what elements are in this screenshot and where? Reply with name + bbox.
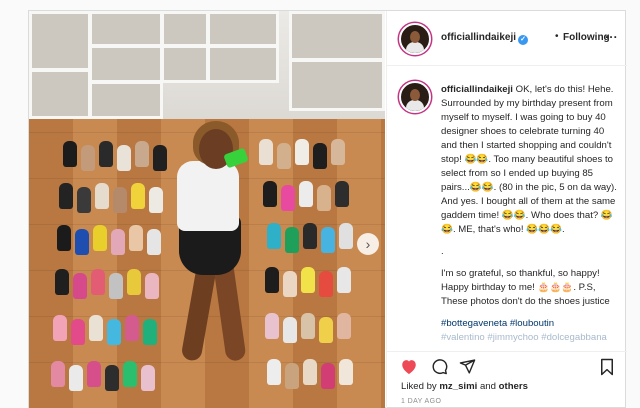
next-photo-button[interactable]: › bbox=[357, 233, 379, 255]
post-photo[interactable]: › bbox=[29, 11, 385, 408]
caption-area: officiallindaikeji OK, let's do this! He… bbox=[387, 67, 627, 351]
post-sidebar: officiallindaikeji ✓ • Following ... offi… bbox=[386, 11, 627, 408]
comment-icon[interactable] bbox=[429, 358, 449, 378]
likes-connector: and bbox=[479, 381, 496, 392]
likes-others[interactable]: others bbox=[499, 381, 528, 392]
caption-paragraph-1: OK, let's do this! Hehe. Surrounded by m… bbox=[441, 84, 617, 235]
chevron-right-icon: › bbox=[365, 236, 371, 252]
more-options-icon[interactable]: ... bbox=[605, 27, 618, 41]
share-icon[interactable] bbox=[457, 358, 477, 378]
username-text[interactable]: officiallindaikeji bbox=[441, 32, 516, 43]
avatar[interactable] bbox=[399, 23, 431, 55]
bookmark-icon[interactable] bbox=[597, 358, 617, 378]
author-username[interactable]: officiallindaikeji ✓ bbox=[441, 32, 529, 45]
caption-username[interactable]: officiallindaikeji bbox=[441, 84, 513, 95]
caption-avatar[interactable] bbox=[399, 81, 431, 113]
verified-badge-icon: ✓ bbox=[518, 35, 529, 45]
following-button[interactable]: Following bbox=[563, 32, 610, 43]
post-header: officiallindaikeji ✓ • Following ... bbox=[387, 11, 627, 66]
instagram-post: › officiallindaikeji ✓ • Following ... of… bbox=[28, 10, 627, 408]
likes-summary: Liked by mz_simi and others bbox=[401, 381, 528, 392]
post-timestamp[interactable]: 1 DAY AGO bbox=[401, 398, 441, 405]
liked-by-user[interactable]: mz_simi bbox=[439, 381, 477, 392]
action-bar bbox=[387, 351, 627, 381]
caption-text: officiallindaikeji OK, let's do this! He… bbox=[441, 83, 619, 345]
separator-dot: • bbox=[555, 31, 559, 42]
caption-dot-line: . bbox=[441, 246, 444, 257]
caption-paragraph-2: I'm so grateful, so thankful, so happy! … bbox=[441, 268, 610, 307]
heart-icon[interactable] bbox=[399, 358, 419, 378]
hashtags[interactable]: #bottegaveneta #louboutin bbox=[441, 318, 554, 329]
likes-prefix: Liked by bbox=[401, 381, 437, 392]
hashtags-more[interactable]: #valentino #jimmychoo #dolcegabbana bbox=[441, 332, 607, 343]
